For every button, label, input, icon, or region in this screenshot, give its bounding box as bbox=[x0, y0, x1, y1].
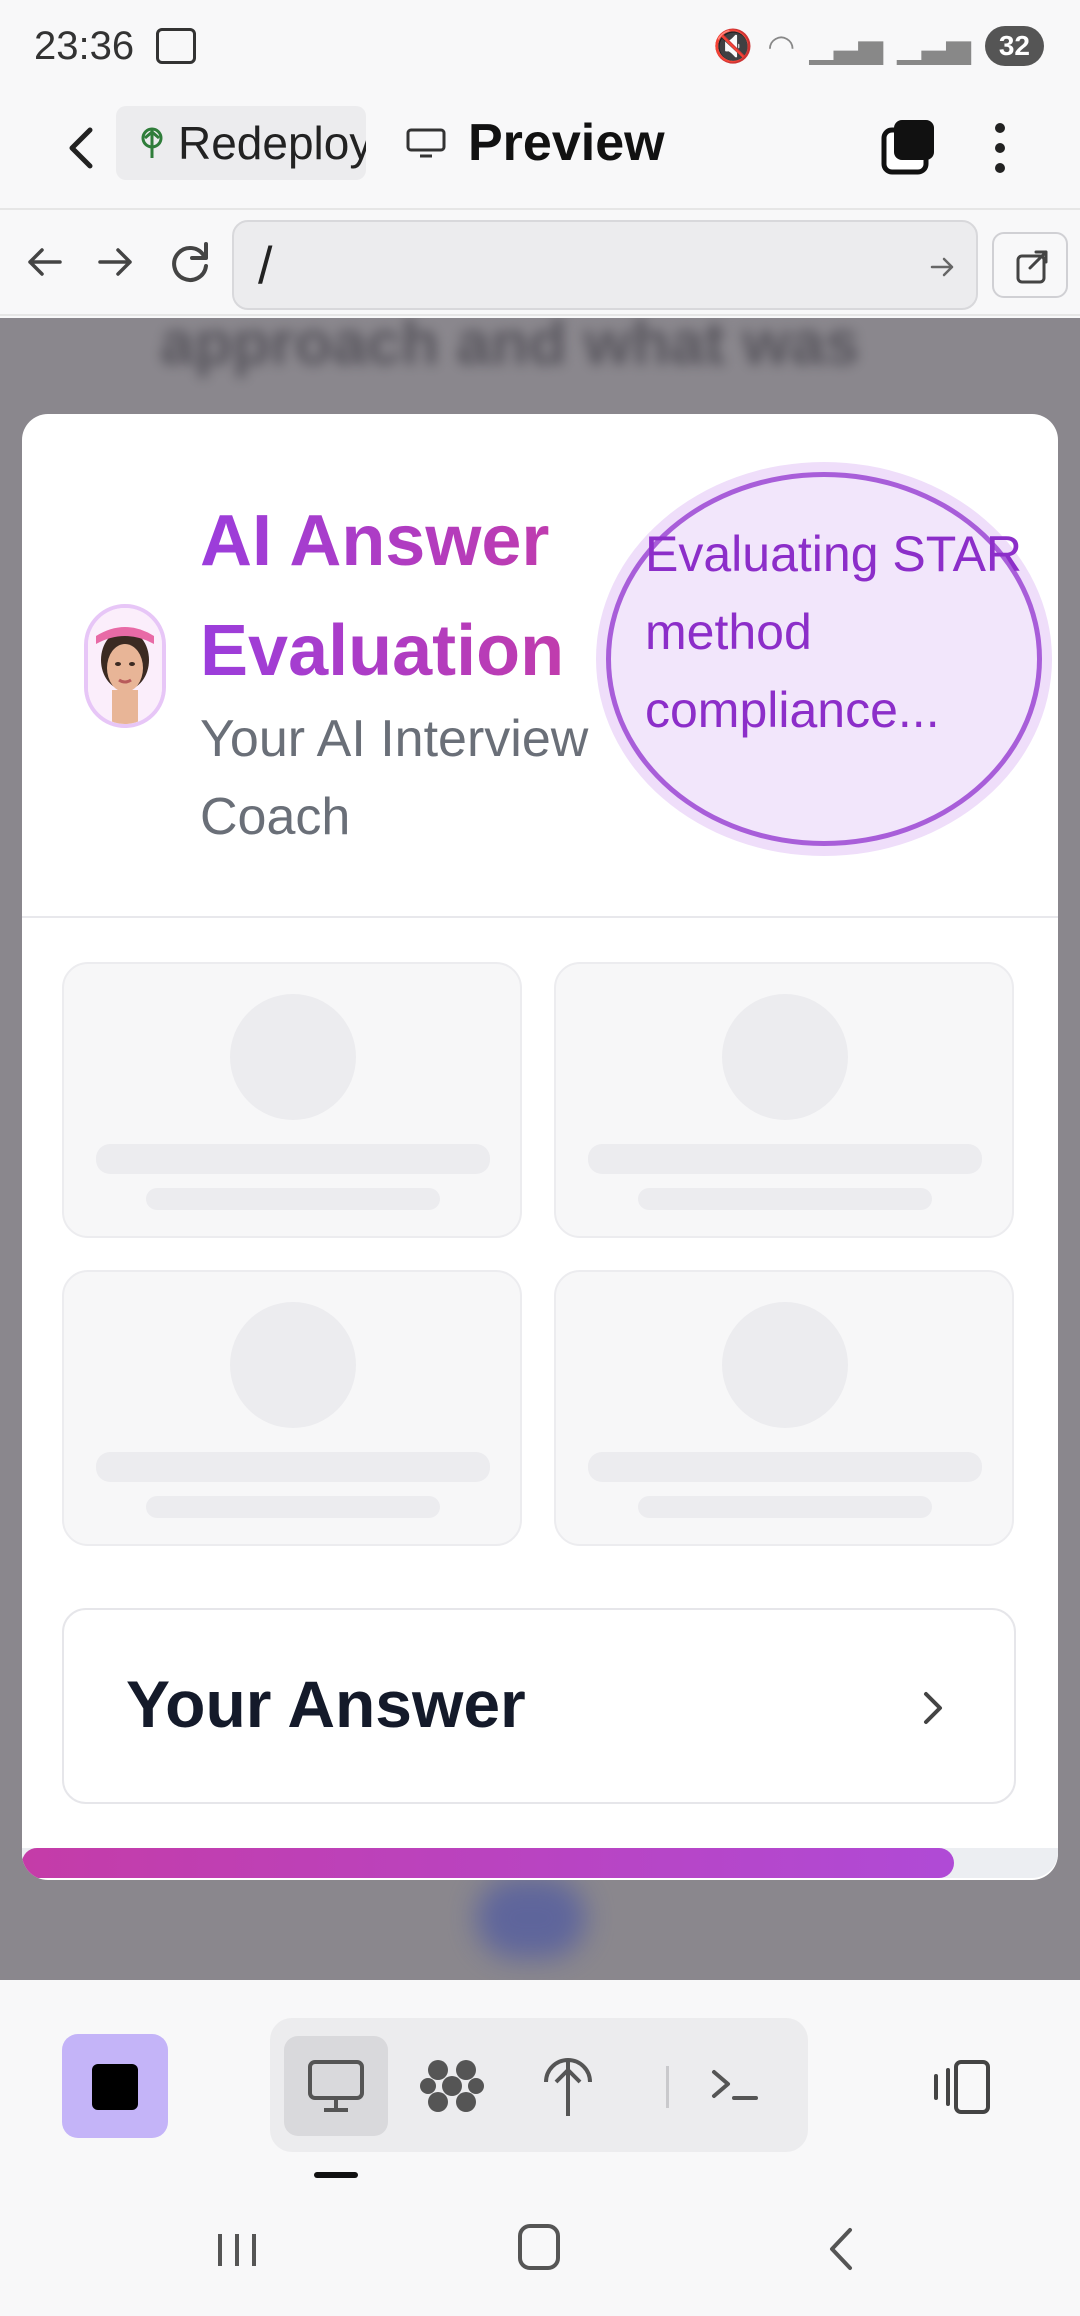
your-answer-label: Your Answer bbox=[126, 1667, 526, 1741]
status-time: 23:36 bbox=[34, 24, 135, 68]
skeleton-circle bbox=[230, 994, 356, 1120]
avatar bbox=[84, 604, 166, 728]
deploy-mode-button[interactable] bbox=[516, 2036, 620, 2136]
reload-button[interactable] bbox=[160, 232, 220, 292]
mute-icon: 🔇 bbox=[713, 28, 754, 64]
skeleton-line bbox=[588, 1144, 982, 1174]
monitor-icon bbox=[308, 2060, 364, 2112]
home-icon[interactable] bbox=[518, 2224, 560, 2270]
browser-forward-button[interactable] bbox=[86, 232, 146, 292]
modal-title: AI Answer Evaluation bbox=[200, 486, 600, 706]
signal-icon: ▁▃▅ bbox=[809, 28, 884, 64]
skeleton-card bbox=[554, 1270, 1014, 1546]
project-chip[interactable]: Redeploy bbox=[116, 106, 366, 180]
workflow-mode-button[interactable] bbox=[400, 2036, 504, 2136]
skeleton-line bbox=[96, 1452, 490, 1482]
skeleton-circle bbox=[722, 1302, 848, 1428]
browser-back-button[interactable] bbox=[14, 232, 74, 292]
evaluation-progress-track bbox=[22, 1848, 1058, 1878]
active-mode-indicator bbox=[314, 2172, 358, 2178]
modal-header: AI Answer Evaluation Your AI Interview C… bbox=[22, 414, 1058, 918]
device-switch-button[interactable] bbox=[926, 2054, 996, 2120]
arrow-left-icon bbox=[28, 248, 62, 276]
url-row: / bbox=[0, 212, 1080, 316]
deploy-tree-icon bbox=[141, 127, 163, 158]
evaluation-status-bubble: Evaluating STAR method compliance... bbox=[606, 472, 1042, 846]
bottom-toolbar bbox=[0, 1980, 1080, 2180]
system-nav-bar bbox=[0, 2180, 1080, 2316]
battery-indicator: 32 bbox=[984, 26, 1044, 66]
your-answer-card[interactable]: Your Answer bbox=[62, 1608, 1016, 1804]
skeleton-line bbox=[146, 1188, 440, 1210]
more-options-button[interactable] bbox=[980, 116, 1020, 180]
skeleton-line bbox=[638, 1496, 932, 1518]
skeleton-line bbox=[96, 1144, 490, 1174]
skeleton-card bbox=[62, 1270, 522, 1546]
toolbar-divider bbox=[666, 2066, 669, 2108]
preview-label: Preview bbox=[468, 114, 665, 172]
evaluation-progress-fill bbox=[22, 1848, 955, 1878]
go-arrow-icon[interactable] bbox=[928, 252, 958, 282]
external-link-icon bbox=[1016, 250, 1048, 284]
stop-icon bbox=[92, 2064, 138, 2110]
skeleton-circle bbox=[230, 1302, 356, 1428]
webview: approach and what was AI Answer Evaluati… bbox=[0, 318, 1080, 1980]
chevron-left-icon bbox=[69, 127, 93, 169]
wifi-icon: ◠ bbox=[767, 28, 796, 64]
terminal-icon bbox=[712, 2070, 758, 2100]
grid-icon bbox=[420, 2060, 484, 2112]
skeleton-line bbox=[146, 1496, 440, 1518]
url-input[interactable]: / bbox=[232, 220, 978, 310]
signal-icon: ▁▃▅ bbox=[897, 28, 971, 64]
tabs-icon bbox=[881, 120, 934, 175]
tabs-button[interactable] bbox=[880, 118, 938, 176]
more-vert-icon bbox=[995, 123, 1005, 173]
console-mode-button[interactable] bbox=[684, 2036, 788, 2136]
project-name: Redeploy bbox=[178, 117, 366, 169]
evaluation-status-text: Evaluating STAR method compliance... bbox=[645, 526, 1023, 738]
recents-icon[interactable] bbox=[214, 2230, 260, 2270]
url-value: / bbox=[258, 237, 273, 295]
skeleton-card bbox=[62, 962, 522, 1238]
arrow-right-icon bbox=[98, 248, 132, 276]
device-switch-icon bbox=[934, 2060, 990, 2114]
skeleton-line bbox=[588, 1452, 982, 1482]
preview-title: Preview bbox=[406, 106, 665, 180]
reload-icon bbox=[172, 242, 208, 282]
background-icon bbox=[476, 1878, 586, 1958]
status-bar: 23:36 🔇 ◠ ▁▃▅ ▁▃▅ 32 bbox=[0, 0, 1080, 90]
open-external-button[interactable] bbox=[992, 232, 1068, 298]
chevron-right-icon bbox=[924, 1692, 942, 1724]
system-back-icon[interactable] bbox=[826, 2224, 856, 2274]
back-button[interactable] bbox=[52, 118, 112, 178]
preview-mode-button[interactable] bbox=[284, 2036, 388, 2136]
background-content: approach and what was bbox=[160, 318, 860, 378]
skeleton-line bbox=[638, 1188, 932, 1210]
screenshot-icon bbox=[156, 28, 196, 64]
deploy-icon bbox=[544, 2058, 592, 2116]
stop-button[interactable] bbox=[62, 2034, 168, 2138]
status-icons: 🔇 ◠ ▁▃▅ ▁▃▅ 32 bbox=[713, 26, 1044, 66]
view-mode-group bbox=[270, 2018, 808, 2152]
modal-subtitle: Your AI Interview Coach bbox=[200, 710, 589, 846]
monitor-icon bbox=[406, 128, 446, 158]
coach-avatar-icon bbox=[88, 608, 162, 724]
skeleton-card bbox=[554, 962, 1014, 1238]
evaluation-modal: AI Answer Evaluation Your AI Interview C… bbox=[22, 414, 1058, 1880]
skeleton-circle bbox=[722, 994, 848, 1120]
app-header: Redeploy Preview bbox=[0, 90, 1080, 210]
